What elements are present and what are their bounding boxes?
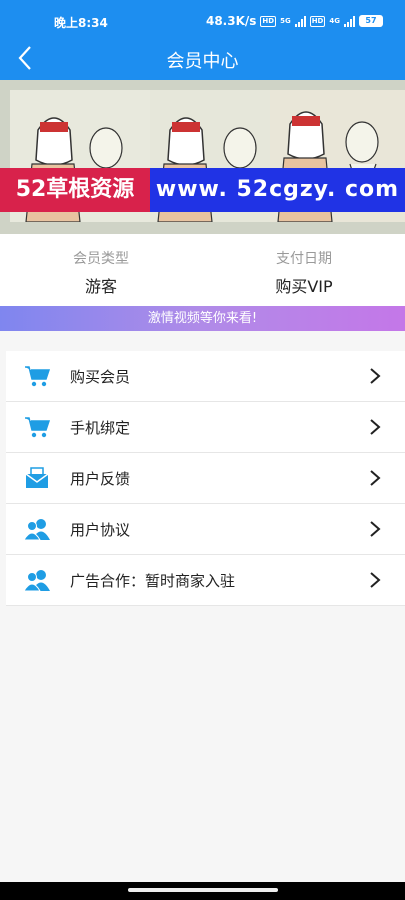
signal-icon: [294, 15, 306, 27]
member-type-value: 游客: [84, 277, 117, 296]
menu-item-label: 用户反馈: [70, 470, 131, 488]
nav-bar: 会员中心: [0, 36, 405, 80]
status-bar: 晚上8:34 48.3K/s HD 5G HD 4G 57: [0, 0, 405, 36]
menu-item-buy-membership[interactable]: 购买会员: [6, 351, 405, 402]
network-type-1: 5G: [280, 16, 291, 25]
home-indicator-bar: [0, 882, 405, 900]
network-speed: 48.3K/s: [205, 14, 257, 28]
hd-icon: HD: [260, 15, 277, 27]
menu-list: 购买会员 手机绑定 用户反馈 用户协议 广告合作：暂时商家入驻: [6, 351, 405, 606]
status-indicators: 48.3K/s HD 5G HD 4G 57: [206, 14, 383, 28]
cart-icon: [24, 415, 51, 439]
signal-icon-2: [344, 15, 355, 27]
menu-item-ad-cooperation[interactable]: 广告合作：暂时商家入驻: [6, 555, 405, 606]
pay-date-label: 支付日期: [276, 251, 332, 267]
menu-item-label: 手机绑定: [70, 419, 131, 437]
menu-item-feedback[interactable]: 用户反馈: [6, 453, 405, 504]
marquee-banner[interactable]: 激情视频等你来看!: [0, 306, 405, 331]
page-title: 会员中心: [166, 51, 239, 72]
chevron-right-icon: [369, 469, 381, 487]
chevron-right-icon: [369, 520, 381, 538]
watermark-label: 52草根资源: [0, 168, 150, 212]
pay-date-block: 支付日期 购买VIP: [203, 234, 405, 297]
chevron-right-icon: [369, 418, 381, 436]
network-type-2: 4G: [329, 16, 340, 25]
users-icon: [23, 568, 50, 592]
watermark-url: www. 52cgzy. com: [150, 168, 405, 212]
member-type-label: 会员类型: [73, 251, 129, 267]
menu-item-user-agreement[interactable]: 用户协议: [6, 504, 405, 555]
cart-icon: [24, 364, 51, 388]
mail-icon: [24, 466, 50, 490]
home-indicator[interactable]: [128, 888, 278, 892]
menu-item-phone-binding[interactable]: 手机绑定: [6, 402, 405, 453]
menu-item-label: 购买会员: [70, 368, 131, 386]
battery-icon: 57: [359, 15, 383, 27]
chevron-right-icon: [369, 571, 381, 589]
menu-item-label: 用户协议: [70, 521, 131, 539]
users-icon: [23, 517, 50, 541]
menu-item-label: 广告合作：暂时商家入驻: [70, 572, 236, 590]
membership-info: 会员类型 游客 支付日期 购买VIP: [0, 234, 405, 306]
pay-date-value: 购买VIP: [275, 277, 333, 296]
member-type-block: 会员类型 游客: [0, 234, 202, 297]
status-time: 晚上8:34: [54, 16, 108, 30]
hd-icon-2: HD: [309, 15, 326, 27]
chevron-right-icon: [369, 367, 381, 385]
